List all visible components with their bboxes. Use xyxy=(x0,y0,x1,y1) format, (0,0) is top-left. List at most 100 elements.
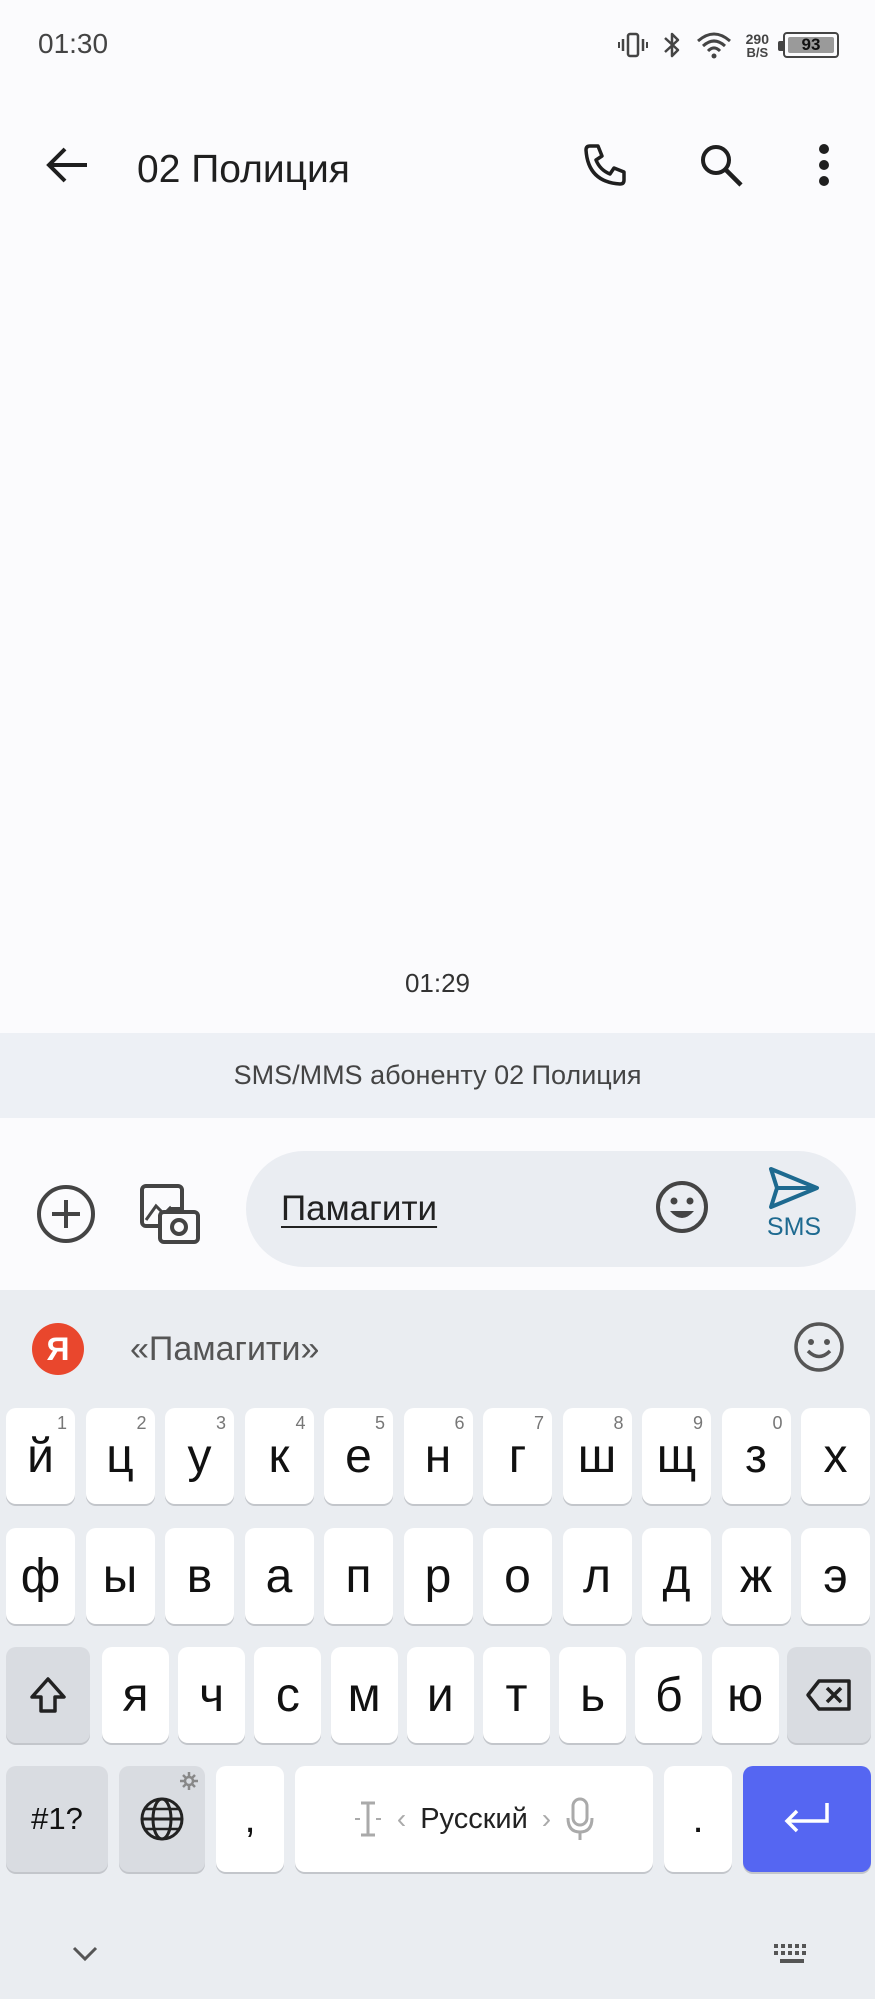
key-number-hint: 2 xyxy=(136,1413,147,1433)
emoji-button[interactable] xyxy=(654,1179,710,1240)
yandex-logo[interactable]: Я xyxy=(32,1323,84,1375)
globe-icon xyxy=(140,1797,184,1841)
key-label: р xyxy=(424,1549,452,1603)
net-speed-unit: B/S xyxy=(746,44,769,60)
key-label: ш xyxy=(577,1429,617,1483)
message-text: Памагити xyxy=(281,1189,438,1228)
key-label: ь xyxy=(580,1668,606,1722)
letter-key[interactable]: е5 xyxy=(324,1408,393,1504)
letter-key[interactable]: м xyxy=(330,1647,398,1743)
bluetooth-icon xyxy=(662,30,682,60)
letter-key[interactable]: и xyxy=(406,1647,474,1743)
key-label: г xyxy=(508,1429,527,1483)
sms-recipient-banner: SMS/MMS абоненту 02 Полиция xyxy=(0,1033,875,1118)
key-label: в xyxy=(186,1549,213,1603)
key-label: а xyxy=(265,1549,293,1603)
letter-key[interactable]: ж xyxy=(721,1528,791,1624)
keyboard: Я «Памагити» #1? , ‹ Русский › . й 1 ц 2… xyxy=(0,1290,875,1999)
key-label: п xyxy=(345,1549,372,1603)
letter-key[interactable]: ц2 xyxy=(85,1408,155,1504)
letter-key[interactable]: я xyxy=(102,1647,169,1743)
letter-key[interactable]: ф xyxy=(6,1528,75,1624)
key-label: т xyxy=(505,1668,528,1722)
letter-key[interactable]: в xyxy=(165,1528,234,1624)
symbols-key[interactable]: #1? xyxy=(6,1766,108,1872)
keyboard-emoji-button[interactable] xyxy=(792,1320,846,1379)
key-number-hint: 5 xyxy=(374,1413,385,1433)
period-key[interactable]: . xyxy=(664,1766,732,1872)
letter-key[interactable]: т xyxy=(483,1647,550,1743)
enter-arrow-icon xyxy=(784,1803,829,1833)
key-number-hint: 8 xyxy=(613,1413,624,1433)
key-number-hint: 0 xyxy=(772,1413,783,1433)
space-key[interactable]: ‹ Русский › xyxy=(295,1766,653,1872)
letter-key[interactable]: с xyxy=(254,1647,322,1743)
letter-key[interactable]: д xyxy=(642,1528,711,1624)
key-label: э xyxy=(823,1549,848,1603)
key-label: у xyxy=(187,1429,212,1483)
microphone-icon xyxy=(566,1797,594,1840)
letter-key[interactable]: ч xyxy=(178,1647,246,1743)
letter-key[interactable]: й1 xyxy=(6,1408,75,1504)
add-attachment-button[interactable] xyxy=(36,1184,96,1249)
letter-key[interactable]: ы xyxy=(85,1528,155,1624)
letter-key[interactable]: р xyxy=(403,1528,473,1624)
keyboard-switch-button[interactable] xyxy=(772,1942,812,1973)
key-label: ф xyxy=(20,1549,61,1603)
key-label: ц xyxy=(106,1429,134,1483)
letter-key[interactable]: у3 xyxy=(165,1408,234,1504)
letter-key[interactable]: н6 xyxy=(403,1408,473,1504)
search-button[interactable] xyxy=(688,132,754,198)
letter-key[interactable]: п xyxy=(324,1528,393,1624)
key-label: о xyxy=(504,1549,531,1603)
language-label: Русский xyxy=(420,1802,528,1835)
suggestion-item[interactable]: «Памагити» xyxy=(130,1330,319,1369)
letter-key[interactable]: ш8 xyxy=(562,1408,632,1504)
add-circle-icon xyxy=(37,1185,95,1243)
back-arrow-icon xyxy=(46,147,87,183)
letter-key[interactable]: к4 xyxy=(244,1408,314,1504)
key-label: л xyxy=(582,1549,611,1603)
keyboard-nav-row xyxy=(0,1940,875,1999)
comma-key[interactable]: , xyxy=(216,1766,284,1872)
letter-key[interactable]: ь xyxy=(559,1647,627,1743)
chevron-down-icon xyxy=(72,1946,98,1962)
letter-key[interactable]: х xyxy=(801,1408,870,1504)
key-number-hint: 4 xyxy=(295,1413,306,1433)
letter-key[interactable]: л xyxy=(562,1528,632,1624)
message-input[interactable]: Памагити SMS xyxy=(246,1151,856,1267)
letter-key[interactable]: щ9 xyxy=(642,1408,711,1504)
letter-key[interactable]: г7 xyxy=(483,1408,552,1504)
call-button[interactable] xyxy=(572,132,638,198)
key-number-hint: 1 xyxy=(56,1413,67,1433)
back-button[interactable] xyxy=(34,132,100,198)
language-switch-key[interactable] xyxy=(119,1766,205,1872)
gallery-camera-button[interactable] xyxy=(136,1182,202,1253)
app-bar: 02 Полиция xyxy=(0,110,875,220)
shift-key[interactable] xyxy=(6,1647,90,1743)
chevron-left-icon: ‹ xyxy=(396,1803,407,1834)
letter-key[interactable]: б xyxy=(635,1647,703,1743)
send-sms-button[interactable]: SMS xyxy=(744,1165,844,1255)
key-label: з xyxy=(744,1429,767,1483)
key-label: ю xyxy=(727,1668,764,1722)
letter-key[interactable]: о xyxy=(483,1528,552,1624)
gallery-camera-icon xyxy=(140,1184,200,1244)
letter-key[interactable]: э xyxy=(801,1528,870,1624)
battery-level: 93 xyxy=(801,35,821,54)
keyboard-icon xyxy=(774,1944,806,1963)
letter-key[interactable]: з0 xyxy=(721,1408,791,1504)
message-timestamp: 01:29 xyxy=(404,968,471,998)
letter-key[interactable]: а xyxy=(244,1528,314,1624)
compose-bar: Памагити SMS xyxy=(0,1118,875,1290)
send-icon xyxy=(769,1167,819,1209)
enter-key[interactable] xyxy=(743,1766,871,1872)
hide-keyboard-button[interactable] xyxy=(70,1944,100,1969)
backspace-key[interactable] xyxy=(787,1647,871,1743)
chevron-right-icon: › xyxy=(541,1803,552,1834)
key-label: н xyxy=(424,1429,452,1483)
more-options-button[interactable] xyxy=(791,132,857,198)
key-label: й xyxy=(27,1429,54,1483)
battery-icon: 93 xyxy=(778,32,839,58)
letter-key[interactable]: ю xyxy=(711,1647,779,1743)
